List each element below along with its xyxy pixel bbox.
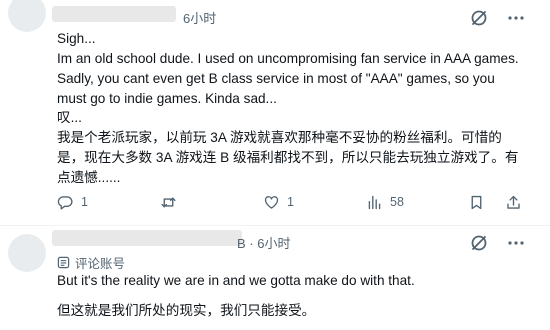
reply-tweet[interactable]: B · 6小时 评论账号 But it's the reality we are…	[0, 226, 550, 330]
tweet[interactable]: 6小时 Sigh... Im an old school dude. I use…	[0, 0, 550, 226]
bookmark-icon	[471, 195, 482, 209]
post-text-chinese: 叹... 我是个老派玩家，以前玩 3A 游戏就喜欢那种毫不妥协的粉丝福利。可惜的…	[57, 110, 519, 185]
post-action-bar: 1 1 58	[0, 190, 550, 214]
share-icon	[507, 195, 520, 209]
views-button[interactable]: 58	[366, 190, 404, 214]
like-icon	[264, 195, 279, 209]
account-badge-label: 评论账号	[75, 257, 126, 271]
more-icon[interactable]	[506, 233, 526, 253]
reply-icon	[57, 195, 73, 210]
avatar[interactable]	[8, 0, 46, 32]
post-text-english: Sigh... Im an old school dude. I used on…	[57, 31, 519, 106]
reply-timestamp[interactable]: B · 6小时	[237, 233, 290, 252]
grok-icon[interactable]	[469, 8, 489, 28]
share-button[interactable]	[505, 190, 522, 214]
post-timestamp[interactable]: 6小时	[183, 8, 216, 27]
more-icon[interactable]	[506, 8, 526, 28]
like-button[interactable]: 1	[263, 190, 294, 214]
grok-icon[interactable]	[469, 233, 489, 253]
account-badge-icon	[57, 256, 70, 269]
reply-text-chinese: 但这就是我们所处的现实，我们只能接受。	[57, 303, 316, 318]
like-count: 1	[287, 195, 294, 209]
views-icon	[368, 195, 381, 209]
repost-icon	[161, 197, 176, 207]
views-count: 58	[390, 195, 404, 209]
avatar[interactable]	[8, 234, 46, 272]
reply-button[interactable]: 1	[57, 190, 88, 214]
redacted-author-name	[52, 230, 242, 246]
bookmark-button[interactable]	[468, 190, 485, 214]
reply-text-english: But it's the reality we are in and we go…	[57, 273, 415, 288]
repost-button[interactable]	[160, 190, 184, 214]
account-badge: 评论账号	[57, 253, 125, 272]
reply-count: 1	[81, 195, 88, 209]
redacted-author-name	[52, 6, 176, 22]
